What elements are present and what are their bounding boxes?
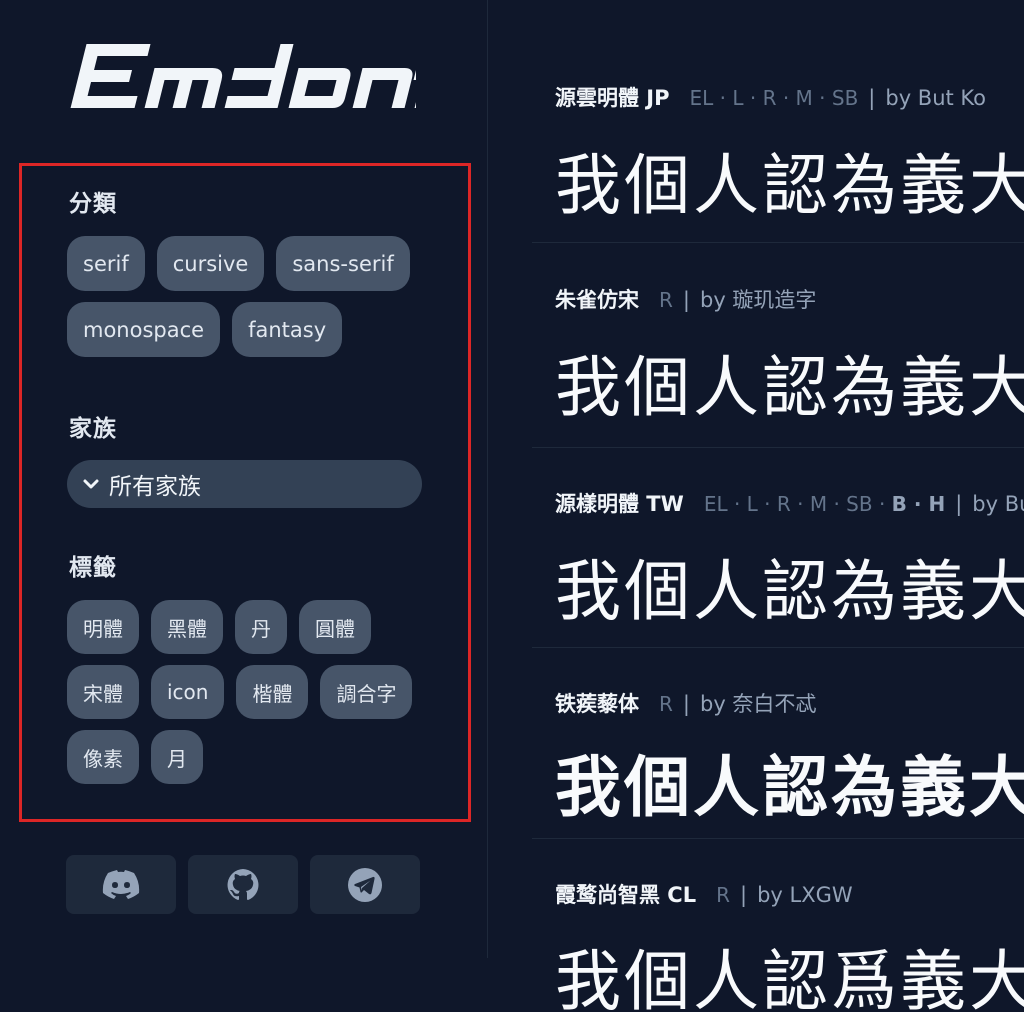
font-meta: 源樣明體 TW EL · L · R · M · SB · B · H | by… <box>555 488 1024 518</box>
category-chips: serif cursive sans-serif monospace fanta… <box>67 236 447 357</box>
tag-chip-dan[interactable]: 丹 <box>235 600 287 654</box>
meta-separator: | <box>682 288 690 312</box>
font-list: 源雲明體 JP EL · L · R · M · SB | by But Ko … <box>532 0 1024 1012</box>
meta-separator: | <box>682 692 690 716</box>
font-weights: EL · L · R · M · SB <box>689 86 859 110</box>
category-title: 分類 <box>69 191 117 217</box>
tag-chip-moon[interactable]: 月 <box>151 730 203 784</box>
meta-separator: | <box>868 86 876 110</box>
github-icon <box>227 868 259 900</box>
filter-panel: 分類 serif cursive sans-serif monospace fa… <box>19 163 471 822</box>
family-title: 家族 <box>69 416 117 442</box>
font-name: 朱雀仿宋 <box>555 288 639 312</box>
category-chip-sans-serif[interactable]: sans-serif <box>276 236 410 291</box>
font-sample: 我個人認為義大利 <box>555 749 1024 826</box>
family-select[interactable]: 所有家族 <box>67 460 422 508</box>
telegram-icon <box>348 867 382 902</box>
tag-chip-kai[interactable]: 楷體 <box>236 665 309 719</box>
font-author: by 奈白不忒 <box>699 692 817 716</box>
meta-separator: | <box>955 492 963 516</box>
tags-title: 標籤 <box>69 555 117 581</box>
emdont-logo[interactable] <box>64 38 416 114</box>
category-chip-serif[interactable]: serif <box>67 236 145 291</box>
list-separator <box>532 838 1024 839</box>
tag-chip-pixel[interactable]: 像素 <box>67 730 139 784</box>
list-separator <box>532 242 1024 243</box>
font-name: 铁蒺藜体 <box>555 692 639 716</box>
tag-chip-yuan[interactable]: 圓體 <box>299 600 371 654</box>
tag-chip-song[interactable]: 宋體 <box>67 665 139 719</box>
discord-button[interactable] <box>66 855 176 914</box>
tag-chips: 明體 黑體 丹 圓體 宋體 icon 楷體 調合字 像素 月 <box>67 600 447 784</box>
discord-icon <box>102 869 140 899</box>
font-weights: R <box>659 692 673 716</box>
font-weights: R <box>716 883 731 907</box>
tag-chip-icon[interactable]: icon <box>151 665 225 719</box>
list-separator <box>532 447 1024 448</box>
telegram-button[interactable] <box>310 855 420 914</box>
tag-chip-hei[interactable]: 黑體 <box>151 600 223 654</box>
font-weights: EL · L · R · M · SB · B · H <box>703 492 946 516</box>
font-meta: 朱雀仿宋 R | by 璇玑造字 <box>555 284 816 314</box>
category-chip-monospace[interactable]: monospace <box>67 302 221 357</box>
font-author: by LXGW <box>757 883 853 907</box>
family-select-value: 所有家族 <box>109 474 201 500</box>
github-button[interactable] <box>188 855 298 914</box>
category-chip-fantasy[interactable]: fantasy <box>232 302 343 357</box>
font-sample: 我個人認爲義大利 <box>555 943 1024 1012</box>
font-sample: 我個人認為義大利 <box>555 349 1024 426</box>
font-meta: 源雲明體 JP EL · L · R · M · SB | by But Ko <box>555 82 986 112</box>
sidebar-divider <box>487 0 488 958</box>
font-author: by But Ko <box>885 86 987 110</box>
tag-chip-blend[interactable]: 調合字 <box>320 665 413 719</box>
list-separator <box>532 647 1024 648</box>
font-meta: 霞鹜尚智黑 CL R | by LXGW <box>555 879 853 909</box>
font-author: by Bu <box>972 492 1024 516</box>
font-sample: 我個人認為義大利 <box>555 553 1024 630</box>
font-name: 源雲明體 JP <box>555 86 670 110</box>
font-name: 源樣明體 TW <box>555 492 684 516</box>
font-meta: 铁蒺藜体 R | by 奈白不忒 <box>555 688 816 718</box>
font-name: 霞鹜尚智黑 CL <box>555 883 697 907</box>
font-weights: R <box>659 288 673 312</box>
font-sample: 我個人認為義大利 <box>555 147 1024 224</box>
meta-separator: | <box>740 883 748 907</box>
category-chip-cursive[interactable]: cursive <box>156 236 265 291</box>
tag-chip-ming[interactable]: 明體 <box>67 600 139 654</box>
chevron-down-icon <box>83 479 99 489</box>
font-author: by 璇玑造字 <box>699 288 817 312</box>
